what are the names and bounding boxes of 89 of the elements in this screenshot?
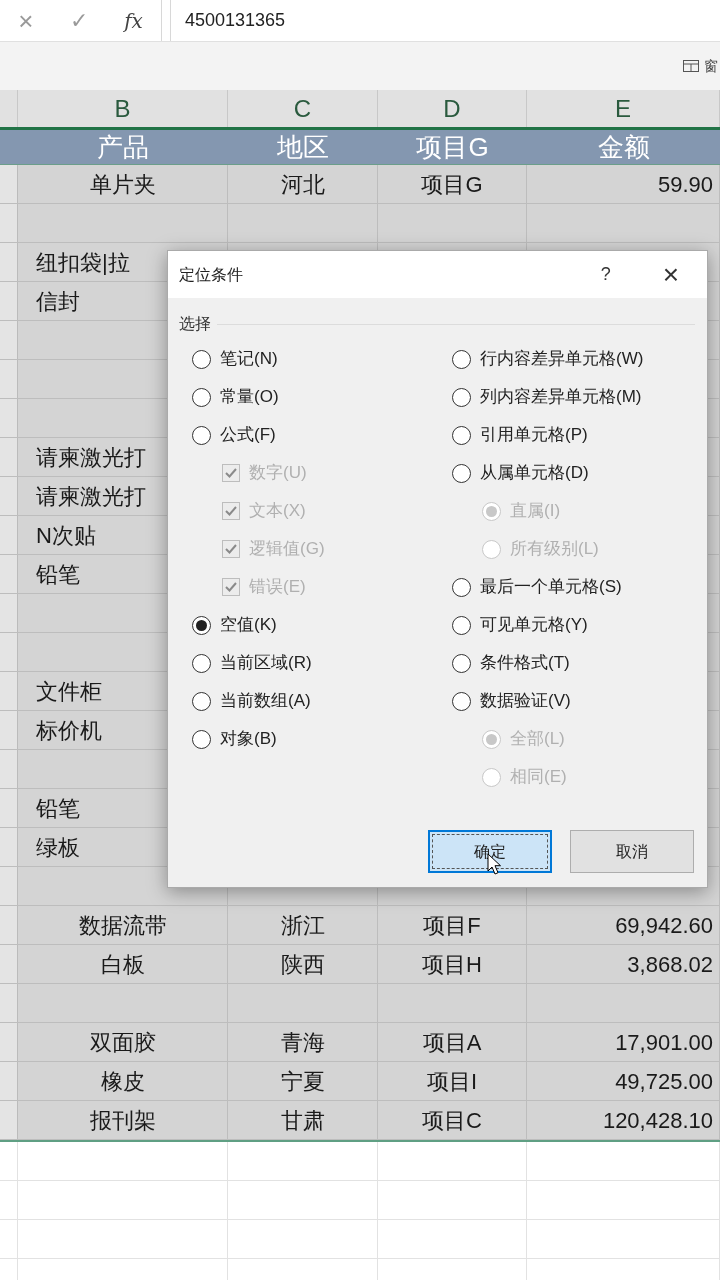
column-header[interactable]: D: [378, 90, 527, 127]
option-label: 可见单元格(Y): [480, 614, 588, 637]
table-cell-text: 甘肃: [280, 1106, 325, 1135]
option-label: 引用单元格(P): [480, 424, 588, 447]
table-cell-text: 数据流带: [78, 911, 167, 940]
close-button[interactable]: ×: [662, 260, 679, 289]
table-cell-text: 浙江: [280, 911, 325, 940]
radio-button[interactable]: [452, 615, 471, 635]
table-cell-text: 项目I: [426, 1067, 478, 1096]
option-label: 最后一个单元格(S): [480, 576, 622, 599]
option-label: 直属(I): [510, 500, 561, 523]
radio-button[interactable]: [452, 577, 471, 597]
radio-button[interactable]: [192, 729, 211, 749]
dialog-title: 定位条件: [179, 264, 244, 285]
group-label: 选择: [179, 314, 211, 334]
option-label: 常量(O): [220, 386, 279, 409]
table-cell-text: 单片夹: [89, 170, 156, 199]
option-label: 当前数组(A): [220, 690, 311, 713]
table-cell-text: N次贴: [36, 521, 96, 550]
table-cell-text: 120,428.10: [602, 1106, 713, 1135]
table-cell-text: 请柬激光打: [36, 443, 146, 472]
option-label: 数据验证(V): [480, 690, 571, 713]
table-cell-text: 项目H: [422, 950, 482, 979]
table-cell-text: 陕西: [280, 950, 325, 979]
radio-button[interactable]: [452, 349, 471, 369]
table-cell-text: 河北: [280, 170, 325, 199]
option-label: 文本(X): [249, 500, 306, 523]
option-label: 所有级别(L): [510, 538, 599, 561]
table-cell-text: 双面胶: [89, 1028, 156, 1057]
function-icon[interactable]: fx: [124, 5, 143, 36]
table-cell-text: 铅笔: [36, 794, 80, 823]
table-cell-text: 报刊架: [89, 1106, 156, 1135]
table-cell-text: 项目F: [423, 911, 481, 940]
dialog-button[interactable]: 取消: [570, 830, 694, 873]
table-cell-text: 59.90: [657, 170, 713, 199]
radio-button[interactable]: [452, 425, 471, 445]
radio-button[interactable]: [192, 425, 211, 445]
formula-input[interactable]: 4500131365: [170, 0, 720, 41]
radio-button[interactable]: [192, 691, 211, 711]
table-cell-text: 信封: [36, 287, 80, 316]
table-cell-text: 宁夏: [280, 1067, 325, 1096]
option-label: 相同(E): [510, 766, 567, 789]
help-button[interactable]: ?: [600, 261, 611, 288]
radio-button[interactable]: [452, 387, 471, 407]
option-label: 列内容差异单元格(M): [480, 386, 642, 409]
table-cell-text: 3,868.02: [627, 950, 713, 979]
option-label: 从属单元格(D): [480, 462, 589, 485]
table-cell-text: 项目C: [422, 1106, 482, 1135]
radio-button[interactable]: [452, 653, 471, 673]
header-cell: 项目G: [416, 134, 489, 160]
table-cell-text: 橡皮: [100, 1067, 145, 1096]
header-cell: 金额: [597, 134, 650, 160]
option-label: 逻辑值(G): [249, 538, 325, 561]
table-cell-text: 铅笔: [36, 560, 80, 589]
radio-button[interactable]: [192, 387, 211, 407]
option-label: 公式(F): [220, 424, 276, 447]
table-cell-text: 49,725.00: [615, 1067, 713, 1096]
table-cell-text: 17,901.00: [615, 1028, 713, 1057]
window-label[interactable]: 窗: [704, 55, 720, 77]
option-label: 对象(B): [220, 728, 277, 751]
radio-button[interactable]: [452, 463, 471, 483]
option-label: 行内容差异单元格(W): [480, 348, 644, 371]
radio-button[interactable]: [192, 653, 211, 673]
radio-button[interactable]: [192, 615, 211, 635]
option-label: 全部(L): [510, 728, 565, 751]
option-label: 数字(U): [249, 462, 307, 485]
table-cell-text: 纽扣袋|拉: [36, 248, 130, 277]
header-cell: 产品: [97, 134, 149, 160]
radio-button[interactable]: [452, 691, 471, 711]
table-cell-text: 标价机: [36, 716, 102, 745]
table-cell-text: 项目G: [421, 170, 483, 199]
table-cell-text: 项目A: [422, 1028, 482, 1057]
option-label: 错误(E): [249, 576, 306, 599]
column-header[interactable]: C: [228, 90, 378, 127]
option-label: 空值(K): [220, 614, 277, 637]
column-header[interactable]: E: [527, 90, 720, 127]
option-label: 笔记(N): [220, 348, 278, 371]
table-cell-text: 文件柜: [36, 677, 102, 706]
radio-button[interactable]: [192, 349, 211, 369]
option-label: 条件格式(T): [480, 652, 570, 675]
table-cell-text: 请柬激光打: [36, 482, 146, 511]
option-label: 当前区域(R): [220, 652, 312, 675]
column-header[interactable]: B: [18, 90, 228, 127]
table-cell-text: 青海: [280, 1028, 325, 1057]
table-cell-text: 69,942.60: [615, 911, 713, 940]
header-cell: 地区: [277, 134, 329, 160]
table-cell-text: 白板: [100, 950, 145, 979]
window-icon[interactable]: [683, 60, 699, 72]
table-cell-text: 绿板: [36, 833, 80, 862]
